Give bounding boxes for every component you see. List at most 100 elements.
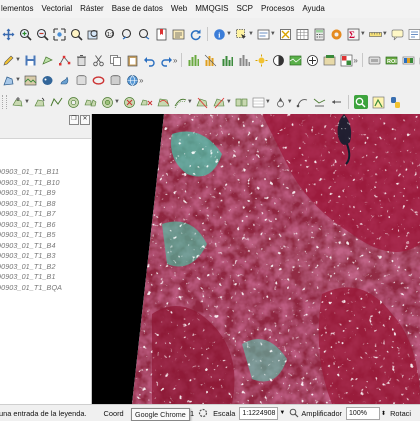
layer-item[interactable]: 90903_01_T1_B4	[0, 241, 56, 251]
chevron-down-icon[interactable]: ▼	[187, 99, 193, 105]
brightness-icon[interactable]	[255, 54, 268, 67]
add-feature-icon[interactable]	[41, 54, 54, 67]
chevron-right-icon[interactable]: »	[353, 56, 357, 65]
stddev-stretch-icon[interactable]	[238, 54, 251, 67]
raster-pan-icon[interactable]	[306, 54, 319, 67]
menu-procesos[interactable]: Procesos	[257, 0, 298, 18]
toolbar-grip[interactable]	[2, 95, 7, 109]
search-green-icon[interactable]	[354, 95, 368, 109]
raster-green-icon[interactable]	[289, 54, 302, 67]
zoom-next-icon[interactable]	[138, 28, 151, 41]
chevron-down-icon[interactable]: ▼	[226, 99, 232, 105]
paste-features-icon[interactable]	[126, 54, 139, 67]
fill-ring-icon[interactable]	[101, 96, 114, 109]
add-wms-layer-icon[interactable]	[126, 74, 139, 87]
chevron-down-icon[interactable]: ▼	[270, 31, 276, 37]
menu-vectorial[interactable]: Vectorial	[37, 0, 76, 18]
scale-combobox[interactable]: 1:1224908	[239, 407, 278, 420]
open-attribute-table-icon[interactable]	[296, 28, 309, 41]
chevron-right-icon[interactable]: »	[139, 76, 143, 85]
local-histogram-icon[interactable]	[221, 54, 234, 67]
trim-extend-icon[interactable]	[313, 96, 326, 109]
mmqgis-icon[interactable]	[368, 54, 381, 67]
map-tips-icon[interactable]	[391, 28, 404, 41]
layer-item[interactable]: 90903_01_T1_B10	[0, 178, 60, 188]
text-annotation-icon[interactable]	[408, 28, 420, 41]
python-console-icon[interactable]	[389, 96, 402, 109]
histogram-stretch-icon[interactable]	[204, 54, 217, 67]
layer-item[interactable]: 90903_01_T1_B9	[0, 188, 56, 198]
refresh-icon[interactable]	[189, 28, 202, 41]
simplify-feature-icon[interactable]	[50, 96, 63, 109]
chevron-down-icon[interactable]: ▼	[15, 77, 21, 83]
offset-curve-icon[interactable]	[174, 96, 187, 109]
menu-ayuda[interactable]: Ayuda	[298, 0, 329, 18]
delete-selected-icon[interactable]	[75, 54, 88, 67]
offset-point-symbols-icon[interactable]	[296, 96, 309, 109]
add-raster-layer-icon[interactable]	[24, 74, 37, 87]
identify-icon[interactable]: i	[213, 28, 226, 41]
layer-item[interactable]: 90903_01_T1_B1	[0, 272, 56, 282]
add-mssql-layer-icon[interactable]	[75, 74, 88, 87]
scp-roi-icon[interactable]: ROI	[385, 54, 398, 67]
layer-item[interactable]: 90903_01_T1_B3	[0, 251, 56, 261]
add-part-icon[interactable]	[84, 96, 97, 109]
histogram-icon[interactable]	[187, 54, 200, 67]
zoom-to-selection-icon[interactable]	[70, 28, 83, 41]
contrast-icon[interactable]	[272, 54, 285, 67]
chevron-down-icon[interactable]: ▼	[360, 31, 366, 37]
add-db2-layer-icon[interactable]	[109, 74, 122, 87]
redo-icon[interactable]	[160, 54, 173, 67]
zoom-last-icon[interactable]	[121, 28, 134, 41]
statistical-summary-icon[interactable]: Σ	[347, 28, 360, 41]
add-ring-icon[interactable]	[67, 96, 80, 109]
field-calculator-icon[interactable]	[313, 28, 326, 41]
rotate-point-symbols-icon[interactable]	[274, 96, 287, 109]
measure-line-icon[interactable]	[369, 28, 382, 41]
delete-part-icon[interactable]	[140, 96, 153, 109]
float-panel-button[interactable]: ❐	[69, 115, 79, 125]
rotate-feature-icon[interactable]	[33, 96, 46, 109]
new-bookmark-icon[interactable]	[155, 28, 168, 41]
raster-style-icon[interactable]	[340, 54, 353, 67]
chevron-down-icon[interactable]: ▼	[15, 57, 21, 63]
layer-item[interactable]: 90903_01_T1_B11	[0, 167, 59, 177]
layer-item[interactable]: 90903_01_T1_B5	[0, 230, 56, 240]
deselect-icon[interactable]	[279, 28, 292, 41]
scp-classification-icon[interactable]	[402, 54, 415, 67]
chevron-down-icon[interactable]: ▼	[24, 99, 30, 105]
scp-dock-icon[interactable]	[372, 96, 385, 109]
show-bookmarks-icon[interactable]	[172, 28, 185, 41]
menu-mmqgis[interactable]: MMQGIS	[191, 0, 232, 18]
layer-tree[interactable]: 90903_01_T1_B11 90903_01_T1_B10 90903_01…	[0, 138, 91, 405]
layer-item[interactable]: 90903_01_T1_B8	[0, 199, 56, 209]
layer-item[interactable]: 90903_01_T1_B7	[0, 209, 56, 219]
layer-item[interactable]: 90903_01_T1_B2	[0, 262, 56, 272]
move-feature-icon[interactable]	[11, 96, 24, 109]
merge-attributes-icon[interactable]	[252, 96, 265, 109]
magnifier-spinbox[interactable]: 100%	[346, 407, 380, 420]
pan-icon[interactable]	[2, 28, 15, 41]
menu-web[interactable]: Web	[167, 0, 191, 18]
menu-raster[interactable]: Ráster	[76, 0, 108, 18]
stepper-icon[interactable]: ⬍	[381, 410, 386, 417]
zoom-out-icon[interactable]	[36, 28, 49, 41]
chevron-down-icon[interactable]: ▼	[279, 410, 285, 416]
raster-layer-icon[interactable]	[323, 54, 336, 67]
chevron-down-icon[interactable]: ▼	[265, 99, 271, 105]
split-parts-icon[interactable]	[213, 96, 226, 109]
chevron-down-icon[interactable]: ▼	[114, 99, 120, 105]
add-oracle-layer-icon[interactable]	[92, 74, 105, 87]
chevron-right-icon[interactable]: »	[173, 56, 177, 65]
add-spatialite-layer-icon[interactable]	[58, 74, 71, 87]
add-postgis-layer-icon[interactable]	[41, 74, 54, 87]
zoom-native-icon[interactable]: 1:1	[104, 28, 117, 41]
add-vector-layer-icon[interactable]	[2, 74, 15, 87]
chevron-down-icon[interactable]: ▼	[287, 99, 293, 105]
digitize-pencil-icon[interactable]	[2, 54, 15, 67]
reverse-line-icon[interactable]	[330, 96, 343, 109]
close-panel-button[interactable]: ✕	[80, 115, 90, 125]
chevron-down-icon[interactable]: ▼	[248, 31, 254, 37]
chevron-down-icon[interactable]: ▼	[226, 31, 232, 37]
layer-item[interactable]: 90903_01_T1_BQA	[0, 283, 62, 293]
